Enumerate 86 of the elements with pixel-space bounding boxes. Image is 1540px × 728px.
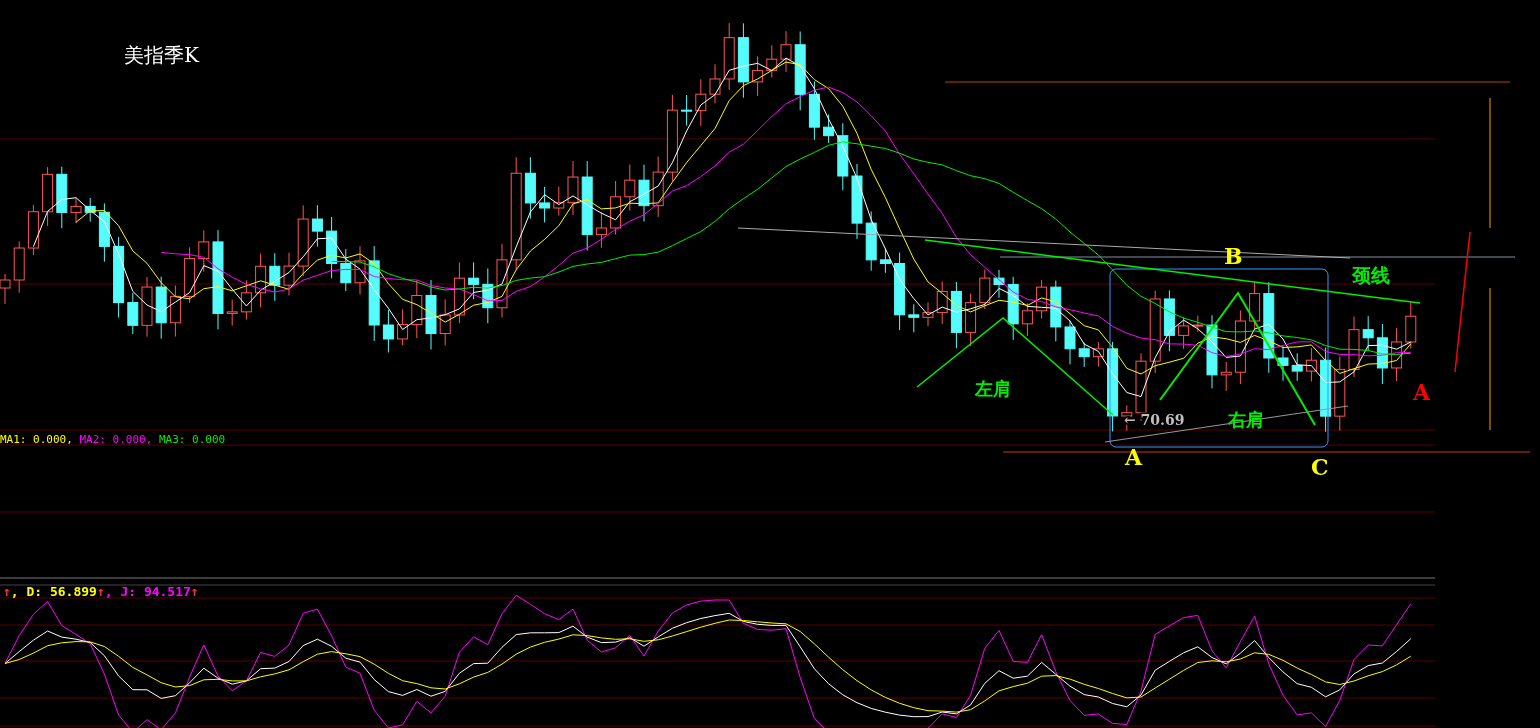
candlestick [27, 204, 39, 256]
candlestick [56, 166, 68, 229]
candlestick [98, 202, 110, 263]
candlestick [42, 166, 54, 227]
candlestick [922, 301, 934, 327]
candlestick [1007, 276, 1019, 341]
candlestick [652, 156, 664, 218]
candlestick [1078, 342, 1090, 368]
candlestick [269, 252, 281, 302]
candlestick [1064, 320, 1076, 365]
candlestick [1405, 301, 1417, 350]
candlestick [382, 309, 394, 353]
candlestick [283, 252, 295, 296]
candlestick [595, 211, 607, 249]
candlestick [127, 292, 139, 335]
candlestick [553, 186, 565, 217]
candlestick [397, 308, 409, 346]
kdj-legend: ↑, D: 56.899↑, J: 94.517↑ [3, 584, 199, 599]
candlestick [1362, 315, 1374, 351]
candlestick [155, 276, 167, 340]
candlestick [1163, 289, 1175, 352]
candlestick [808, 80, 820, 141]
candlestick [198, 229, 210, 273]
chart-title: 美指季K [124, 43, 199, 67]
candlestick [1192, 315, 1204, 333]
candlestick [326, 216, 338, 279]
candlestick [610, 180, 622, 236]
candlestick [1036, 279, 1048, 320]
candlestick [425, 279, 437, 350]
candlestick [752, 55, 764, 97]
candlestick [624, 164, 636, 212]
candlestick [879, 248, 891, 274]
candlestick [1220, 361, 1232, 392]
candlestick [1348, 315, 1360, 378]
candlestick [141, 276, 153, 338]
candlestick [1291, 352, 1303, 382]
candlestick [169, 285, 181, 338]
candlestick [681, 94, 693, 127]
candlestick [766, 44, 778, 78]
candlestick [709, 63, 721, 104]
ma-legend: MA1: 0.000, MA2: 0.000, MA3: 0.000 [0, 433, 226, 446]
chart-annotation: B [1224, 243, 1243, 269]
candlestick [354, 245, 366, 296]
candlestick [1092, 341, 1104, 368]
candlestick [453, 261, 465, 324]
candlestick [1050, 280, 1062, 342]
candlestick [240, 279, 252, 321]
candlestick [567, 160, 579, 216]
candlestick [908, 303, 920, 333]
candlestick [837, 122, 849, 191]
candlestick [226, 299, 238, 327]
candlestick [468, 261, 480, 300]
candlestick [1021, 302, 1033, 337]
candlestick [723, 22, 735, 91]
candlestick [1376, 323, 1388, 385]
candlestick [13, 241, 25, 294]
candlestick [780, 30, 792, 73]
candlestick [965, 293, 977, 347]
candlestick [993, 269, 1005, 299]
candlestick [311, 204, 323, 248]
chart-annotation: 颈线 [1352, 264, 1390, 286]
candlestick [1391, 327, 1403, 382]
candlestick [950, 281, 962, 349]
candlestick [539, 186, 551, 223]
chart-annotation: 左肩 [975, 378, 1011, 399]
candlestick [482, 268, 494, 324]
candlestick [524, 156, 536, 220]
candlestick [255, 253, 267, 308]
candlestick [1249, 282, 1261, 330]
candlestick [823, 114, 835, 144]
candlestick [936, 281, 948, 325]
candlestick [979, 268, 991, 310]
candlestick [70, 197, 82, 224]
candlestick [1305, 347, 1317, 382]
candlestick [865, 210, 877, 272]
chart-annotation: A [1413, 379, 1431, 405]
chart-annotation: C [1311, 454, 1329, 480]
chart-annotation: 右肩 [1228, 409, 1264, 430]
candlestick [84, 197, 96, 223]
candlestick [1277, 345, 1289, 382]
candlestick [340, 248, 352, 292]
candlestick [695, 78, 707, 127]
candlestick [638, 164, 650, 222]
candlestick [184, 246, 196, 304]
candlestick [439, 298, 451, 346]
chart-annotation: A [1125, 444, 1143, 470]
